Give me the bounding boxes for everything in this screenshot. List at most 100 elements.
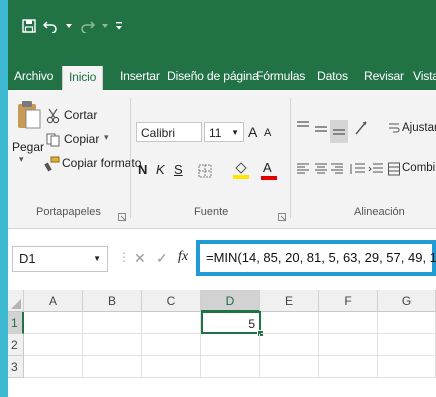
shrink-font-button[interactable]: A	[264, 127, 271, 139]
paste-label: Pegar	[12, 140, 45, 154]
tab-datos[interactable]: Datos	[317, 64, 348, 90]
confirm-entry-button[interactable]: ✓	[156, 250, 168, 267]
underline-button[interactable]: S	[174, 162, 183, 177]
font-color-letter: A	[263, 160, 272, 175]
save-icon[interactable]	[22, 19, 36, 33]
undo-icon[interactable]	[43, 19, 59, 33]
tab-archivo[interactable]: Archivo	[14, 64, 53, 90]
cell-d2[interactable]	[201, 334, 260, 356]
font-size-combo[interactable]: 11 ▼	[204, 122, 244, 142]
name-box[interactable]: D1 ▼	[12, 246, 108, 272]
tab-diseno-de-pagina[interactable]: Diseño de página	[167, 64, 259, 90]
increase-indent-icon[interactable]	[368, 162, 384, 181]
orientation-icon[interactable]	[354, 120, 372, 141]
font-color-button[interactable]: A	[260, 160, 278, 180]
cell-e2[interactable]	[260, 334, 319, 356]
fill-color-icon[interactable]	[232, 160, 250, 185]
cell-d1[interactable]: 5	[201, 311, 261, 334]
ribbon-separator	[290, 98, 291, 218]
column-header-c[interactable]: C	[142, 290, 201, 312]
chevron-down-icon: ▼	[93, 254, 101, 263]
row-header-1[interactable]: 1	[8, 312, 24, 334]
cell-e3[interactable]	[260, 356, 319, 378]
row-header-3[interactable]: 3	[8, 356, 24, 378]
align-left-icon[interactable]	[296, 162, 310, 181]
cell-c1[interactable]	[142, 312, 201, 334]
clipboard-launcher-icon[interactable]	[118, 208, 126, 226]
align-middle-icon[interactable]	[314, 122, 328, 141]
cell-f2[interactable]	[319, 334, 378, 356]
quick-access-toolbar	[22, 14, 123, 38]
column-header-b[interactable]: B	[83, 290, 142, 312]
redo-icon[interactable]	[79, 19, 95, 33]
wrap-text-icon	[388, 122, 400, 141]
select-all-icon	[11, 299, 21, 309]
borders-icon[interactable]	[198, 164, 212, 183]
scissors-icon	[46, 108, 60, 129]
formula-bar: D1 ▼ ⋮ ✕ ✓ fx =MIN(14, 85, 20, 81, 5, 63…	[8, 236, 436, 284]
column-header-d[interactable]: D	[201, 290, 260, 312]
cell-a2[interactable]	[24, 334, 83, 356]
title-bar	[8, 0, 436, 64]
copy-icon	[46, 133, 60, 152]
column-header-e[interactable]: E	[260, 290, 319, 312]
redo-dropdown-icon[interactable]	[102, 23, 108, 29]
cell-g3[interactable]	[378, 356, 436, 378]
tab-formulas[interactable]: Fórmulas	[256, 64, 305, 90]
cell-a1[interactable]	[24, 312, 83, 334]
merge-button[interactable]: Combinar	[388, 160, 436, 178]
worksheet-grid: A B C D E F G 1 2 3 5	[8, 290, 436, 397]
formula-input[interactable]: =MIN(14, 85, 20, 81, 5, 63, 29, 57, 49, …	[196, 240, 436, 276]
cell-c3[interactable]	[142, 356, 201, 378]
cell-d3[interactable]	[201, 356, 260, 378]
tab-insertar[interactable]: Insertar	[120, 64, 160, 90]
undo-dropdown-icon[interactable]	[66, 23, 72, 29]
row-header-2[interactable]: 2	[8, 334, 24, 356]
grow-font-button[interactable]: A	[248, 124, 257, 140]
cell-b2[interactable]	[83, 334, 142, 356]
cell-f3[interactable]	[319, 356, 378, 378]
italic-button[interactable]: K	[156, 162, 165, 177]
paste-dropdown-icon[interactable]: ▾	[19, 154, 24, 165]
cancel-entry-button[interactable]: ✕	[134, 250, 146, 267]
font-size-value: 11	[209, 126, 222, 140]
copy-dropdown-icon[interactable]: ▾	[104, 132, 109, 143]
tab-revisar[interactable]: Revisar	[364, 64, 404, 90]
column-header-g[interactable]: G	[378, 290, 436, 312]
name-box-value: D1	[19, 251, 36, 266]
cell-e1[interactable]	[261, 312, 319, 334]
format-painter-button[interactable]: Copiar formato	[44, 154, 141, 177]
copy-button[interactable]: Copiar ▾	[46, 130, 126, 150]
formula-bar-grip-icon: ⋮	[118, 250, 130, 264]
font-launcher-icon[interactable]	[278, 208, 286, 226]
customize-qat-icon[interactable]	[115, 21, 123, 31]
cell-b3[interactable]	[83, 356, 142, 378]
cell-g2[interactable]	[378, 334, 436, 356]
tab-inicio[interactable]: Inicio	[62, 66, 104, 90]
column-header-a[interactable]: A	[24, 290, 83, 312]
merge-icon	[388, 162, 400, 181]
cell-f1[interactable]	[319, 312, 378, 334]
align-right-icon[interactable]	[330, 162, 344, 181]
wrap-text-button[interactable]: Ajustar tex	[388, 120, 436, 138]
font-name-combo[interactable]: Calibri	[136, 122, 202, 142]
cell-b1[interactable]	[83, 312, 142, 334]
insert-function-button[interactable]: fx	[178, 249, 188, 265]
tab-vista[interactable]: Vista	[413, 64, 436, 90]
cut-button[interactable]: Cortar	[46, 106, 116, 126]
cell-c2[interactable]	[142, 334, 201, 356]
font-group-label: Fuente	[194, 206, 229, 218]
cell-g1[interactable]	[378, 312, 436, 334]
paste-button[interactable]: Pegar ▾	[12, 96, 45, 176]
align-center-icon[interactable]	[314, 162, 328, 181]
paintbrush-icon	[44, 156, 60, 177]
bold-button[interactable]: N	[138, 162, 147, 177]
align-bottom-icon[interactable]	[330, 120, 348, 143]
align-top-icon[interactable]	[296, 120, 310, 139]
cell-a3[interactable]	[24, 356, 83, 378]
select-all-corner[interactable]	[8, 290, 24, 312]
ribbon-tabs: Archivo Inicio Insertar Diseño de página…	[8, 64, 436, 90]
decrease-indent-icon[interactable]	[350, 162, 366, 181]
chevron-down-icon: ▼	[231, 128, 239, 137]
column-header-f[interactable]: F	[319, 290, 378, 312]
